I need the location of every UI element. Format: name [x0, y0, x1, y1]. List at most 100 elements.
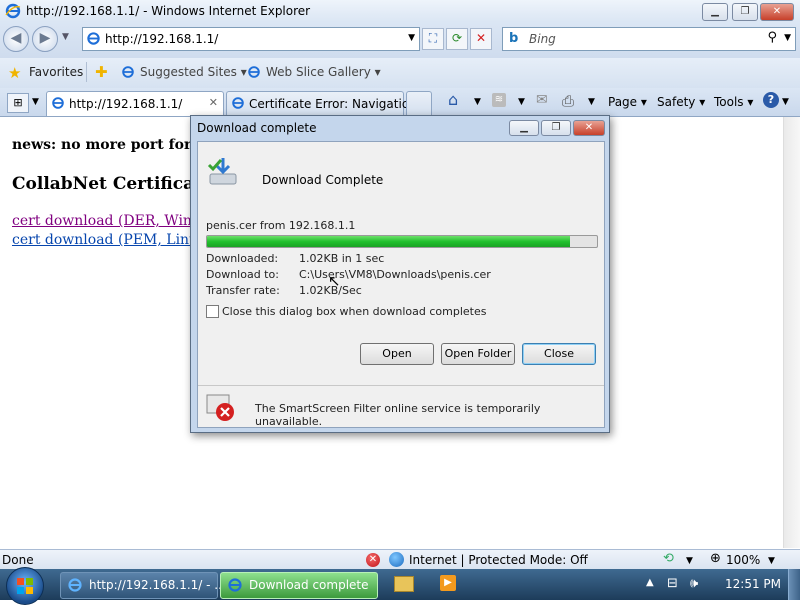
suggested-sites-ie-icon — [121, 65, 135, 82]
media-player-icon[interactable]: ▶ — [440, 575, 456, 591]
zoom-level[interactable]: 100% — [726, 553, 760, 567]
window-title: http://192.168.1.1/ - Windows Internet E… — [26, 4, 311, 18]
print-dropdown-icon[interactable]: ▼ — [588, 97, 595, 107]
compatibility-icon: ⛶ — [428, 31, 438, 45]
read-mail-icon[interactable]: ✉ — [536, 92, 548, 108]
favorites-bar: ★ Favorites ✚ Suggested Sites ▾ Web Slic… — [0, 58, 800, 89]
stop-button[interactable]: ✕ — [470, 28, 492, 50]
web-slice-gallery-link[interactable]: Web Slice Gallery ▾ — [266, 65, 381, 79]
show-hidden-icons-icon[interactable]: ▲ — [646, 577, 654, 588]
maximize-button[interactable]: ❐ — [732, 3, 758, 21]
feeds-dropdown-icon[interactable]: ▼ — [518, 97, 525, 107]
taskbar-ie-icon — [67, 577, 83, 596]
volume-muted-icon[interactable]: 🕪 — [690, 576, 698, 591]
favorites-button[interactable]: Favorites — [29, 65, 83, 79]
status-text: Done — [2, 553, 34, 567]
page-ie-icon — [86, 31, 101, 49]
address-url-text[interactable]: http://192.168.1.1/ — [105, 32, 218, 46]
refresh-button[interactable]: ⟳ — [446, 28, 468, 50]
recent-pages-dropdown-icon[interactable]: ▼ — [62, 32, 69, 42]
forward-button[interactable]: ▶ — [32, 26, 58, 52]
suggested-sites-link[interactable]: Suggested Sites ▾ — [140, 65, 247, 79]
dialog-close-button[interactable]: ✕ — [573, 120, 605, 136]
explorer-folder-icon[interactable] — [394, 576, 414, 592]
close-button[interactable]: Close — [522, 343, 596, 365]
tools-menu[interactable]: Tools ▾ — [714, 95, 753, 109]
security-zone-text[interactable]: Internet | Protected Mode: Off — [409, 553, 588, 567]
dialog-separator — [198, 385, 604, 386]
show-desktop-button[interactable] — [788, 569, 800, 600]
tab-certificate-error[interactable]: Certificate Error: Navigatio... — [226, 91, 420, 116]
print-icon[interactable]: ⎙ — [562, 92, 574, 110]
close-when-complete-label[interactable]: Close this dialog box when download comp… — [222, 305, 486, 318]
internet-zone-globe-icon — [389, 552, 404, 567]
dialog-title: Download complete — [197, 121, 317, 135]
dialog-maximize-button[interactable]: ❐ — [541, 120, 571, 136]
windows-logo-icon — [17, 578, 33, 594]
taskbar-download-label: Download complete — [249, 578, 369, 592]
zone-dropdown-icon[interactable]: ▼ — [686, 556, 693, 566]
download-complete-icon — [206, 156, 240, 193]
zoom-dropdown-icon[interactable]: ▼ — [768, 556, 775, 566]
minimize-button[interactable]: ▁ — [702, 3, 728, 21]
cert-download-pem-link[interactable]: cert download (PEM, Linux) — [12, 232, 211, 248]
bing-logo-icon: b — [509, 31, 519, 46]
favorites-divider — [86, 62, 87, 82]
safety-menu[interactable]: Safety ▾ — [657, 95, 705, 109]
clock[interactable]: 12:51 PM — [725, 577, 781, 591]
close-window-button[interactable]: ✕ — [760, 3, 794, 21]
address-dropdown-icon[interactable]: ▼ — [408, 33, 415, 43]
tab-home[interactable]: http://192.168.1.1/ ✕ — [46, 91, 224, 116]
download-to-label: Download to: — [206, 268, 279, 281]
back-button[interactable]: ◀ — [3, 26, 29, 52]
favorites-star-icon: ★ — [8, 64, 22, 82]
download-complete-dialog: Download complete ▁ ❐ ✕ Download Complet… — [190, 115, 610, 433]
protected-mode-icon[interactable]: ⟲ — [663, 551, 674, 566]
forward-arrow-icon: ▶ — [39, 30, 51, 46]
help-icon[interactable]: ? — [763, 92, 779, 108]
search-icon[interactable]: ⚲ — [767, 30, 777, 45]
help-dropdown-icon[interactable]: ▼ — [782, 97, 789, 107]
dialog-minimize-button[interactable]: ▁ — [509, 120, 539, 136]
close-when-complete-checkbox[interactable] — [206, 305, 219, 318]
taskbar-ie-button[interactable]: http://192.168.1.1/ - ... — [60, 572, 226, 599]
close-tab-icon[interactable]: ✕ — [209, 96, 218, 109]
address-bar[interactable]: http://192.168.1.1/ ▼ — [82, 27, 420, 51]
smartscreen-error-icon — [206, 394, 234, 421]
page-menu[interactable]: Page ▾ — [608, 95, 647, 109]
home-icon[interactable]: ⌂ — [448, 90, 458, 109]
open-folder-button[interactable]: Open Folder — [441, 343, 515, 365]
home-dropdown-icon[interactable]: ▼ — [474, 97, 481, 107]
feeds-icon[interactable]: ≋ — [492, 93, 506, 107]
blocked-content-icon[interactable]: ✕ — [366, 553, 380, 567]
tab-ie-icon — [231, 96, 245, 113]
file-source-text: penis.cer from 192.168.1.1 — [206, 219, 356, 232]
open-button[interactable]: Open — [360, 343, 434, 365]
refresh-icon: ⟳ — [451, 31, 463, 45]
tab-list-dropdown-icon[interactable]: ▼ — [32, 97, 39, 107]
taskbar-download-icon — [227, 577, 243, 596]
zoom-icon[interactable]: ⊕ — [710, 551, 721, 566]
search-dropdown-icon[interactable]: ▼ — [784, 33, 791, 43]
status-bar: Done ✕ Internet | Protected Mode: Off ⟲ … — [0, 549, 800, 570]
ie-logo-icon — [5, 3, 21, 19]
stop-icon: ✕ — [475, 31, 487, 45]
tab-label: Certificate Error: Navigatio... — [249, 97, 421, 111]
web-slice-ie-icon — [247, 65, 261, 82]
search-box[interactable]: b Bing ⚲ ▼ — [502, 27, 796, 51]
transfer-rate-label: Transfer rate: — [206, 284, 280, 297]
compatibility-view-button[interactable]: ⛶ — [422, 28, 444, 50]
page-scrollbar[interactable] — [783, 117, 800, 548]
download-progress-fill — [207, 236, 570, 247]
network-icon[interactable]: ⊟ — [667, 576, 678, 591]
ie-title-bar: http://192.168.1.1/ - Windows Internet E… — [0, 0, 800, 22]
taskbar-ie-label: http://192.168.1.1/ - ... — [89, 578, 226, 592]
smartscreen-message: The SmartScreen Filter online service is… — [255, 402, 541, 428]
start-button[interactable] — [6, 567, 44, 605]
new-tab-button[interactable] — [406, 91, 432, 116]
add-favorites-icon[interactable]: ✚ — [95, 63, 108, 81]
quick-tabs-icon[interactable]: ⊞ — [7, 93, 29, 113]
address-row: ◀ ▶ ▼ http://192.168.1.1/ ▼ ⛶ ⟳ ✕ b Bing… — [0, 22, 800, 58]
taskbar-download-button[interactable]: Download complete — [220, 572, 378, 599]
search-placeholder[interactable]: Bing — [529, 32, 556, 46]
